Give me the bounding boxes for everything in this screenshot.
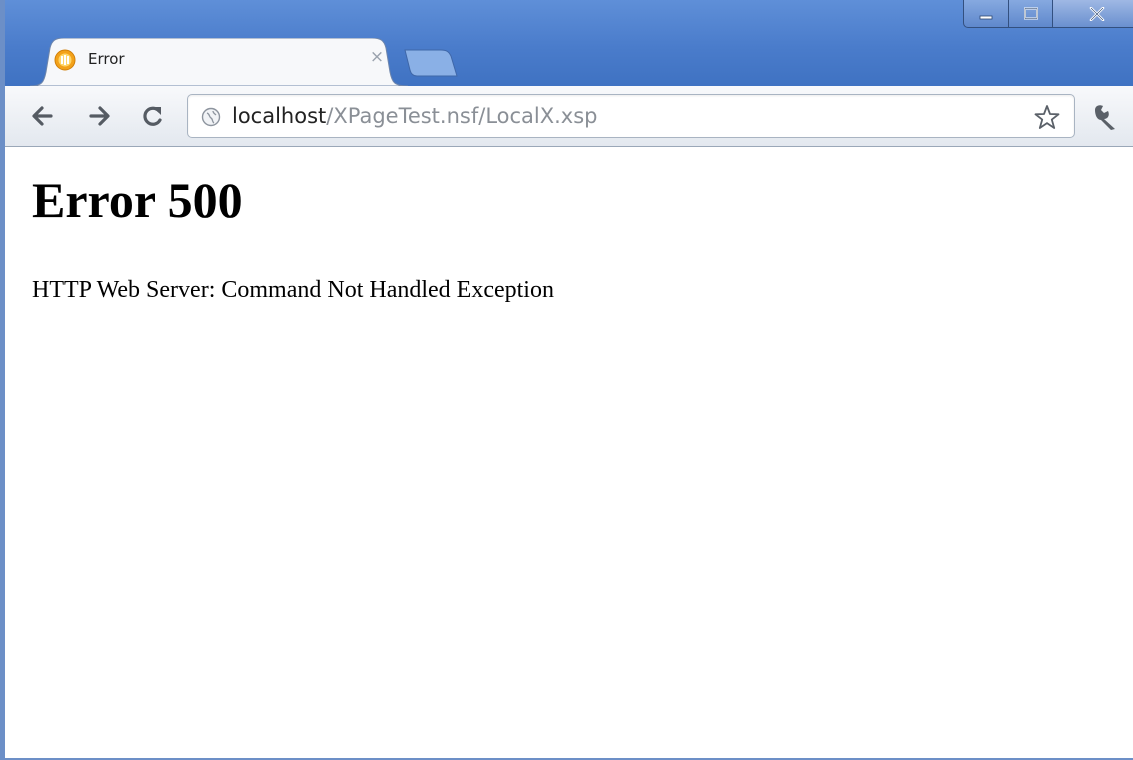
- error-message: HTTP Web Server: Command Not Handled Exc…: [32, 277, 554, 303]
- reload-icon[interactable]: [139, 102, 167, 130]
- globe-icon: [201, 107, 221, 127]
- page-content: Error 500 HTTP Web Server: Command Not H…: [5, 147, 1133, 758]
- address-bar[interactable]: localhost/XPageTest.nsf/LocalX.xsp: [187, 94, 1075, 138]
- arrow-left-icon[interactable]: [29, 102, 57, 130]
- minimize-icon[interactable]: [963, 0, 1009, 28]
- browser-window: Error × localhost/XPageTest.nsf/LocalX.x…: [0, 0, 1133, 760]
- url-text[interactable]: localhost/XPageTest.nsf/LocalX.xsp: [232, 104, 598, 128]
- new-tab-icon[interactable]: [403, 48, 459, 78]
- lotus-domino-icon: [54, 49, 76, 71]
- tab-error[interactable]: Error ×: [30, 38, 408, 86]
- tab-close-icon[interactable]: ×: [368, 48, 386, 66]
- tab-strip: Error ×: [5, 0, 1133, 86]
- error-heading: Error 500: [32, 172, 243, 228]
- window-controls: [963, 0, 1133, 30]
- maximize-icon[interactable]: [1009, 0, 1053, 28]
- wrench-icon[interactable]: [1091, 102, 1121, 132]
- star-icon[interactable]: [1033, 103, 1061, 131]
- arrow-right-icon[interactable]: [85, 102, 113, 130]
- url-host: localhost: [232, 104, 327, 128]
- tab-shape: [30, 38, 408, 86]
- url-path: /XPageTest.nsf/LocalX.xsp: [326, 104, 598, 128]
- tab-title: Error: [88, 50, 125, 68]
- close-icon[interactable]: [1053, 0, 1133, 28]
- browser-toolbar: localhost/XPageTest.nsf/LocalX.xsp: [5, 86, 1133, 147]
